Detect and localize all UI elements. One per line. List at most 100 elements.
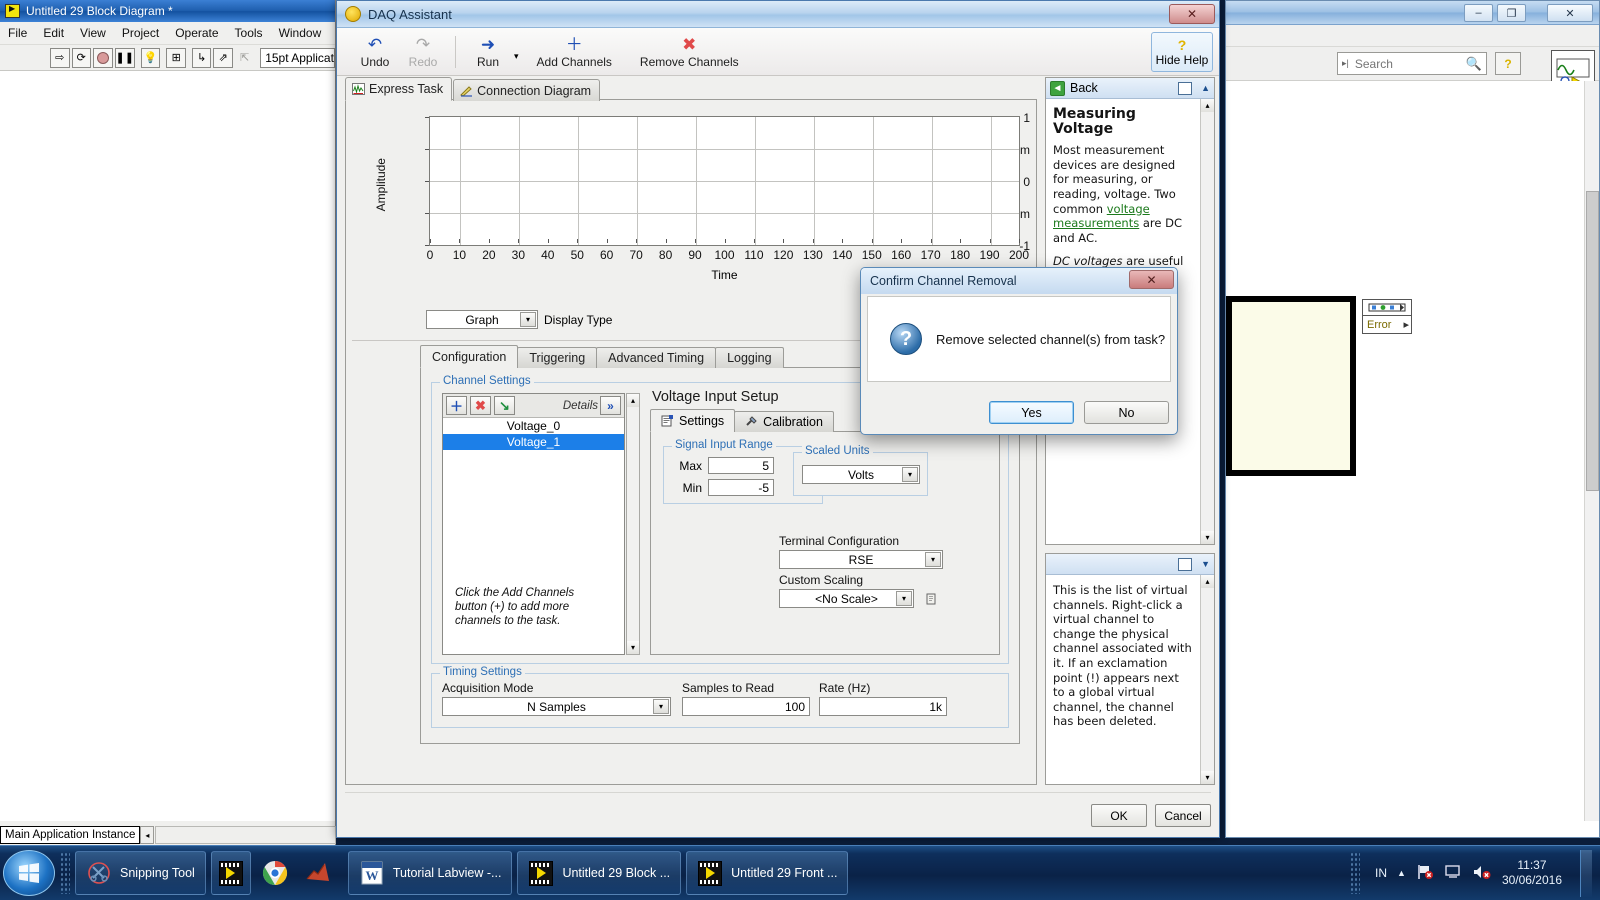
help-bottom-header[interactable]: ▼ [1046,554,1214,575]
menu-project[interactable]: Project [122,26,159,40]
chevron-down-icon[interactable]: ▾ [925,552,941,567]
tab-triggering[interactable]: Triggering [517,347,597,368]
show-hidden-icons-chevron[interactable]: ▲ [1397,868,1406,878]
volume-muted-icon[interactable] [1472,864,1492,883]
channel-list-scrollbar[interactable]: ▴ ▾ [626,393,640,655]
help-question-icon[interactable]: ? [1495,52,1521,75]
scroll-down-icon[interactable]: ▾ [1201,771,1214,784]
scaled-units-combo[interactable]: Volts ▾ [802,465,920,484]
menu-window[interactable]: Window [279,26,322,40]
confirm-dialog-buttons[interactable]: Yes No [989,401,1169,424]
acquisition-mode-combo[interactable]: N Samples ▾ [442,697,671,716]
step-over-icon[interactable]: ⇗ [213,48,233,68]
labview-block-diagram-window[interactable]: Untitled 29 Block Diagram * File Edit Vi… [0,0,336,845]
delete-channel-button[interactable]: ✖ [470,396,491,415]
display-type-combo[interactable]: Graph ▾ [426,310,538,329]
help-back-label[interactable]: Back [1070,81,1098,95]
background-labview-window[interactable]: – ❐ ✕ ▸| 🔍 ? [1225,0,1600,838]
taskbar-window-block-diagram[interactable]: Untitled 29 Block ... [517,851,681,895]
chevron-down-icon[interactable]: ▼ [1201,559,1210,569]
channel-list[interactable]: ＋ ✖ ↘ Details » Voltage_0 Vo [442,393,625,655]
help-window-icon[interactable] [1178,82,1192,95]
quicklaunch-matlab[interactable] [299,851,337,895]
search-box[interactable]: ▸| 🔍 [1337,52,1487,75]
language-indicator[interactable]: IN [1375,866,1387,880]
scale-edit-icon[interactable] [922,589,940,608]
yes-button[interactable]: Yes [989,401,1074,424]
highlight-bulb-icon[interactable]: 💡 [141,48,161,68]
minimize-button[interactable]: – [1464,4,1493,22]
voltage-setup-tab-strip[interactable]: Settings Calibration [650,409,1000,432]
scroll-up-icon[interactable]: ▴ [1201,575,1214,588]
tab-logging[interactable]: Logging [715,347,784,368]
rate-input[interactable]: 1k [819,697,947,716]
scrollbar-thumb[interactable] [1586,191,1599,491]
daq-close-button[interactable]: ✕ [1169,4,1215,24]
daq-footer-buttons[interactable]: OK Cancel [1091,804,1211,827]
add-channels-button[interactable]: ＋ Add Channels [529,33,620,71]
confirm-dialog-close-button[interactable]: ✕ [1129,270,1174,289]
chevron-up-icon[interactable]: ▲ [1201,83,1210,93]
chevron-down-icon[interactable]: ▾ [902,467,918,482]
add-channel-button[interactable]: ＋ [446,396,467,415]
quicklaunch-labview[interactable] [211,851,251,895]
help-top-scrollbar[interactable]: ▴ ▾ [1200,99,1214,544]
toolbar-grip[interactable] [60,852,70,894]
daq-toolbar[interactable]: ↶ Undo ↷ Redo ➜ Run ▾ ＋ Add Channels ✖ R… [337,28,1219,76]
taskbar-window-word[interactable]: W Tutorial Labview -... [348,851,513,895]
windows-start-orb[interactable] [3,850,55,896]
search-input[interactable] [1353,56,1462,72]
samples-to-read-input[interactable]: 100 [682,697,810,716]
retain-wire-values-icon[interactable]: ⊞ [166,48,186,68]
plot-area[interactable] [429,116,1020,246]
help-bottom-scrollbar[interactable]: ▴ ▾ [1200,575,1214,784]
show-desktop-button[interactable] [1580,850,1592,897]
run-arrow-icon[interactable]: ⇨ [50,48,70,68]
menu-operate[interactable]: Operate [175,26,218,40]
pause-icon[interactable]: ❚❚ [115,48,135,68]
taskbar-window-front-panel[interactable]: Untitled 29 Front ... [686,851,848,895]
tab-calibration[interactable]: Calibration [734,411,834,432]
system-tray[interactable]: IN ▲ 11:37 30/06/2016 [1345,850,1600,897]
channel-list-item-selected[interactable]: Voltage_1 [443,434,624,450]
error-node[interactable]: Error ▸ [1362,299,1412,334]
tab-connection-diagram[interactable]: Connection Diagram [453,79,600,101]
channel-list-toolbar[interactable]: ＋ ✖ ↘ Details » [443,394,624,418]
scroll-down-icon[interactable]: ▾ [627,641,639,654]
menu-edit[interactable]: Edit [43,26,64,40]
labview-toolbar[interactable]: ⇨ ⟳ ❚❚ 💡 ⊞ ↳ ⇗ ⇱ 15pt Applicat [0,45,335,71]
daq-tab-strip[interactable]: Express Task Connection Diagram [345,77,600,101]
maximize-button[interactable]: ❐ [1497,4,1526,22]
ok-button[interactable]: OK [1091,804,1147,827]
hide-help-button[interactable]: ? Hide Help [1151,32,1213,72]
tab-express-task[interactable]: Express Task [345,77,452,101]
terminal-configuration-combo[interactable]: RSE ▾ [779,550,943,569]
abort-icon[interactable] [93,48,113,68]
labview-diagram-canvas[interactable] [0,71,335,821]
move-channel-button[interactable]: ↘ [494,396,515,415]
statusbar-track[interactable] [155,826,336,844]
network-flag-icon[interactable] [1416,864,1434,883]
scroll-up-icon[interactable]: ▴ [1201,99,1214,112]
while-loop-structure[interactable] [1226,296,1356,476]
no-button[interactable]: No [1084,401,1169,424]
tray-grip[interactable] [1350,852,1360,894]
help-top-header[interactable]: ◄ Back ▲ [1046,78,1214,99]
clock[interactable]: 11:37 30/06/2016 [1502,858,1562,888]
max-input[interactable]: 5 [708,457,774,474]
run-dropdown-icon[interactable]: ▾ [514,51,519,62]
green-back-arrow-icon[interactable]: ◄ [1050,81,1065,96]
chevron-down-icon[interactable]: ▾ [653,699,669,714]
labview-menubar[interactable]: File Edit View Project Operate Tools Win… [0,22,335,45]
windows-taskbar[interactable]: Snipping Tool [0,845,1600,900]
background-block-diagram-canvas[interactable]: Error ▸ [1226,81,1599,837]
help-window-icon[interactable] [1178,558,1192,571]
cancel-button[interactable]: Cancel [1155,804,1211,827]
scroll-down-icon[interactable]: ▾ [1201,531,1214,544]
remove-channels-button[interactable]: ✖ Remove Channels [632,33,747,71]
display-icon[interactable] [1444,864,1462,883]
undo-button[interactable]: ↶ Undo [351,33,399,71]
font-selector[interactable]: 15pt Applicat [260,48,335,68]
tab-configuration[interactable]: Configuration [420,345,518,368]
run-continuously-icon[interactable]: ⟳ [72,48,92,68]
